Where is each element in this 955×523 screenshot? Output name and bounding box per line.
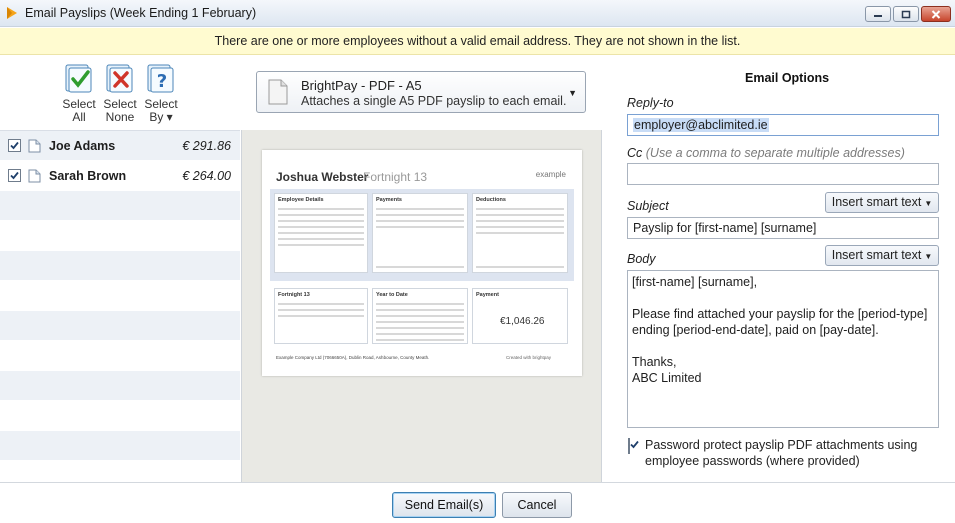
- reply-to-input[interactable]: employer@abclimited.ie: [627, 114, 939, 136]
- chevron-down-icon: ▼: [924, 252, 933, 261]
- send-emails-button[interactable]: Send Email(s): [392, 492, 496, 518]
- email-options-title: Email Options: [745, 71, 830, 85]
- preview-section-heading: Payments: [376, 197, 402, 203]
- subject-insert-smart-text-button[interactable]: Insert smart text ▼: [825, 192, 939, 213]
- empty-row: [0, 401, 240, 431]
- preview-company-logo: example: [535, 170, 566, 179]
- employee-net-pay: € 264.00: [182, 168, 231, 183]
- reply-to-label: Reply-to: [627, 96, 674, 110]
- select-by-label-2: By ▾: [149, 110, 173, 124]
- cc-label: Cc (Use a comma to separate multiple add…: [627, 146, 905, 160]
- cancel-button[interactable]: Cancel: [502, 492, 572, 518]
- reply-to-value: employer@abclimited.ie: [633, 118, 769, 132]
- preview-payments-box: Payments: [372, 193, 468, 273]
- window-controls: [865, 6, 951, 22]
- list-item[interactable]: Sarah Brown € 264.00: [0, 161, 240, 191]
- select-none-icon: [105, 64, 135, 94]
- preview-section-heading: Fortnight 13: [278, 292, 310, 298]
- preview-ytd-box: Year to Date: [372, 288, 468, 344]
- template-dropdown[interactable]: BrightPay - PDF - A5 Attaches a single A…: [256, 71, 586, 113]
- password-protect-checkbox[interactable]: [628, 438, 639, 454]
- template-name: BrightPay - PDF - A5: [301, 78, 422, 93]
- svg-text:?: ?: [157, 71, 167, 92]
- preview-period-box: Fortnight 13: [274, 288, 368, 344]
- empty-row: [0, 251, 240, 281]
- select-all-label-2: All: [72, 110, 86, 124]
- cc-hint: (Use a comma to separate multiple addres…: [645, 146, 905, 160]
- empty-row: [0, 281, 240, 311]
- preview-employee-name: Joshua Webster: [276, 170, 369, 184]
- employee-net-pay: € 291.86: [182, 138, 231, 153]
- preview-period: Fortnight 13: [363, 170, 428, 184]
- document-icon: [268, 79, 288, 105]
- title-bar: Email Payslips (Week Ending 1 February): [0, 0, 955, 27]
- employee-name: Sarah Brown: [49, 168, 127, 183]
- select-none-button[interactable]: Select None: [103, 64, 137, 124]
- select-none-label-2: None: [105, 110, 135, 124]
- payslip-preview: Joshua Webster Fortnight 13 example Empl…: [262, 150, 582, 376]
- payslip-document-icon: [28, 169, 41, 182]
- payslip-preview-pane: Joshua Webster Fortnight 13 example Empl…: [241, 130, 602, 482]
- select-all-icon: [64, 64, 94, 94]
- template-description: Attaches a single A5 PDF payslip to each…: [301, 94, 567, 108]
- checkmark-icon: [10, 141, 19, 150]
- empty-row: [0, 191, 240, 221]
- payslip-document-icon: [28, 139, 41, 152]
- checkmark-icon: [630, 440, 639, 449]
- employee-name: Joe Adams: [49, 138, 116, 153]
- empty-row: [0, 311, 240, 341]
- select-all-button[interactable]: Select All: [62, 64, 96, 124]
- preview-footer: Example Company Ltd (7066650A), Dublin R…: [276, 355, 430, 360]
- subject-input[interactable]: Payslip for [first-name] [surname]: [627, 217, 939, 239]
- preview-section-heading: Payment: [476, 292, 499, 298]
- preview-section-heading: Employee Details: [278, 197, 324, 203]
- employee-checkbox[interactable]: [8, 169, 21, 182]
- subject-label: Subject: [627, 199, 669, 213]
- chevron-down-icon: ▼: [568, 88, 577, 98]
- body-label: Body: [627, 252, 656, 266]
- body-insert-smart-text-button[interactable]: Insert smart text ▼: [825, 245, 939, 266]
- body-insert-smart-text-label: Insert smart text: [831, 248, 922, 262]
- cc-input[interactable]: [627, 163, 939, 185]
- preview-section-heading: Year to Date: [376, 292, 408, 298]
- minimize-icon: [874, 15, 882, 17]
- warning-bar: There are one or more employees without …: [0, 28, 955, 55]
- subject-value: Payslip for [first-name] [surname]: [633, 221, 817, 235]
- employee-list: Joe Adams € 291.86 Sarah Brown € 264.00: [0, 130, 240, 482]
- preview-section-heading: Deductions: [476, 197, 506, 203]
- close-icon: [931, 9, 941, 19]
- select-by-icon: ?: [146, 64, 176, 94]
- minimize-button[interactable]: [865, 6, 891, 22]
- list-item[interactable]: Joe Adams € 291.86: [0, 131, 240, 161]
- body-textarea[interactable]: [first-name] [surname], Please find atta…: [627, 270, 939, 428]
- checkmark-icon: [10, 171, 19, 180]
- cc-label-text: Cc: [627, 146, 643, 160]
- chevron-down-icon: ▼: [924, 199, 933, 208]
- maximize-icon: [901, 10, 911, 18]
- preview-net-pay: €1,046.26: [500, 316, 545, 327]
- empty-row: [0, 431, 240, 461]
- password-protect-label[interactable]: Password protect payslip PDF attachments…: [645, 437, 935, 469]
- preview-deductions-box: Deductions: [472, 193, 568, 273]
- maximize-button[interactable]: [893, 6, 919, 22]
- empty-row: [0, 371, 240, 401]
- empty-row: [0, 341, 240, 371]
- close-button[interactable]: [921, 6, 951, 22]
- password-protect-checkbox-wrap: [628, 438, 639, 454]
- select-by-button[interactable]: ? Select By ▾: [144, 64, 178, 124]
- preview-employee-details-box: Employee Details: [274, 193, 368, 273]
- brightpay-logo-icon: [5, 6, 19, 20]
- employee-checkbox[interactable]: [8, 139, 21, 152]
- preview-created-with: Created with brightpay: [506, 355, 552, 360]
- subject-insert-smart-text-label: Insert smart text: [831, 195, 922, 209]
- window-title: Email Payslips (Week Ending 1 February): [25, 6, 257, 20]
- empty-row: [0, 221, 240, 251]
